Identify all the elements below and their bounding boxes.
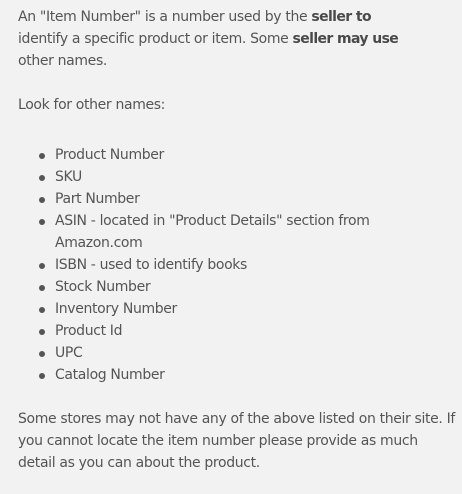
intro-bold-seller-may-use: seller may use — [292, 31, 399, 47]
item-number-help-panel: An "Item Number" is a number used by the… — [18, 6, 458, 474]
list-item-asin: ASIN - located in "Product Details" sect… — [39, 210, 458, 254]
intro-paragraph: An "Item Number" is a number used by the… — [18, 6, 458, 72]
list-item-sku: SKU — [39, 166, 458, 188]
intro-text-2: identify a specific product or item. Som… — [18, 31, 293, 47]
list-item-stock-number: Stock Number — [39, 276, 458, 298]
intro-bold-seller-to: seller to — [311, 9, 371, 25]
footer-paragraph: Some stores may not have any of the abov… — [18, 411, 455, 471]
list-item-catalog-number: Catalog Number — [39, 364, 458, 386]
intro-text-1: An "Item Number" is a number used by the — [18, 9, 312, 25]
look-for-heading: Look for other names: — [18, 97, 166, 113]
list-item-inventory-number: Inventory Number — [39, 298, 458, 320]
intro-text-3: other names. — [18, 53, 107, 69]
other-names-list: Product Number SKU Part Number ASIN - lo… — [18, 144, 458, 386]
list-item-product-id: Product Id — [39, 320, 458, 342]
list-item-part-number: Part Number — [39, 188, 458, 210]
list-item-product-number: Product Number — [39, 144, 458, 166]
list-item-upc: UPC — [39, 342, 458, 364]
list-item-isbn: ISBN - used to identify books — [39, 254, 458, 276]
